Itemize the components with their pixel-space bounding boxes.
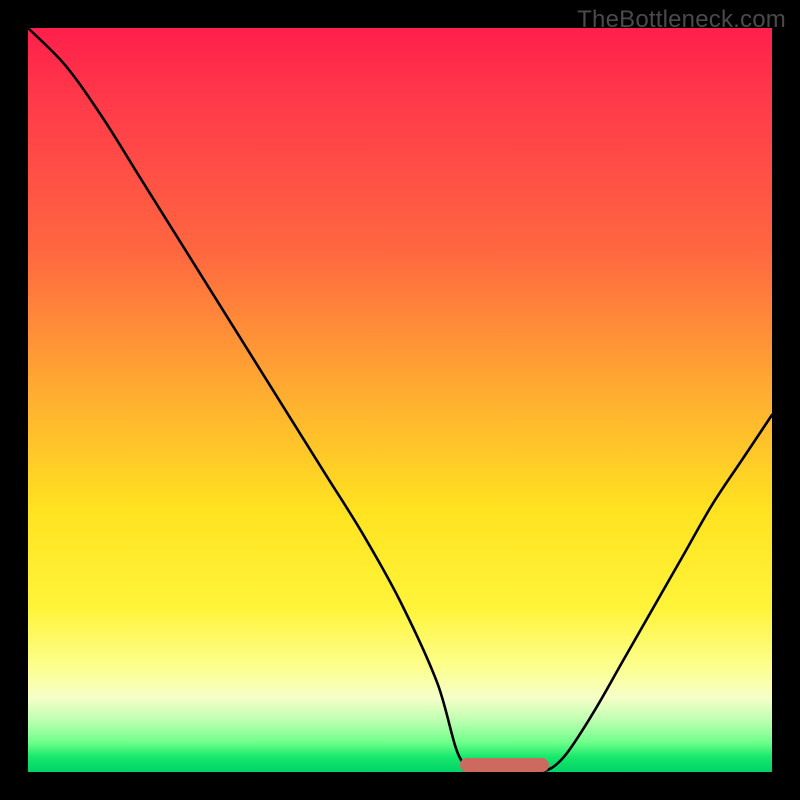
chart-frame: TheBottleneck.com — [0, 0, 800, 800]
valley-highlight — [460, 758, 549, 772]
plot-area — [28, 28, 772, 772]
bottleneck-curve — [28, 28, 772, 772]
